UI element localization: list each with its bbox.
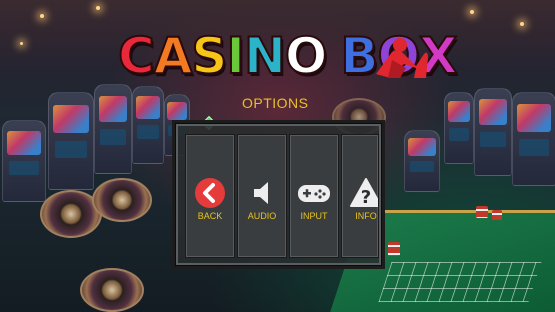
slot-machine bbox=[94, 84, 132, 174]
ceiling-light bbox=[40, 14, 44, 18]
input-button[interactable]: INPUT bbox=[289, 134, 339, 258]
back-arrow-icon bbox=[186, 177, 234, 209]
slot-machine bbox=[132, 86, 164, 164]
logo-letter: N bbox=[243, 27, 287, 85]
betting-grid bbox=[378, 262, 542, 302]
gamepad-icon bbox=[290, 177, 338, 209]
mascot-logo-icon bbox=[376, 38, 428, 78]
ceiling-light bbox=[96, 6, 100, 10]
logo-letter: S bbox=[190, 27, 228, 85]
audio-label: AUDIO bbox=[247, 211, 277, 221]
back-label: BACK bbox=[197, 211, 223, 221]
speaker-icon bbox=[238, 177, 286, 209]
svg-text:?: ? bbox=[361, 187, 371, 208]
logo-letter: O bbox=[284, 27, 328, 85]
slot-machine bbox=[444, 92, 474, 164]
slot-machine bbox=[48, 92, 94, 190]
info-button[interactable]: ? INFO bbox=[341, 134, 379, 258]
logo-letter: A bbox=[153, 27, 194, 85]
slot-machine bbox=[404, 130, 440, 192]
logo-letter: C bbox=[117, 27, 156, 85]
slot-machine bbox=[474, 88, 512, 176]
chip-stack bbox=[476, 206, 488, 218]
back-button[interactable]: BACK bbox=[185, 134, 235, 258]
logo-letter: I bbox=[225, 27, 246, 85]
roulette-wheel bbox=[80, 268, 144, 312]
ceiling-light bbox=[470, 10, 474, 14]
input-label: INPUT bbox=[300, 211, 328, 221]
slot-machine bbox=[512, 92, 555, 186]
chip-stack bbox=[492, 210, 502, 220]
roulette-wheel bbox=[92, 178, 152, 222]
slot-machine bbox=[2, 120, 46, 202]
audio-button[interactable]: AUDIO bbox=[237, 134, 287, 258]
chip-stack bbox=[388, 242, 400, 256]
ceiling-light bbox=[520, 22, 524, 26]
options-title: OPTIONS bbox=[242, 95, 309, 111]
info-label: INFO bbox=[355, 211, 377, 221]
info-warning-icon: ? bbox=[342, 177, 378, 209]
ceiling-light bbox=[20, 42, 23, 45]
